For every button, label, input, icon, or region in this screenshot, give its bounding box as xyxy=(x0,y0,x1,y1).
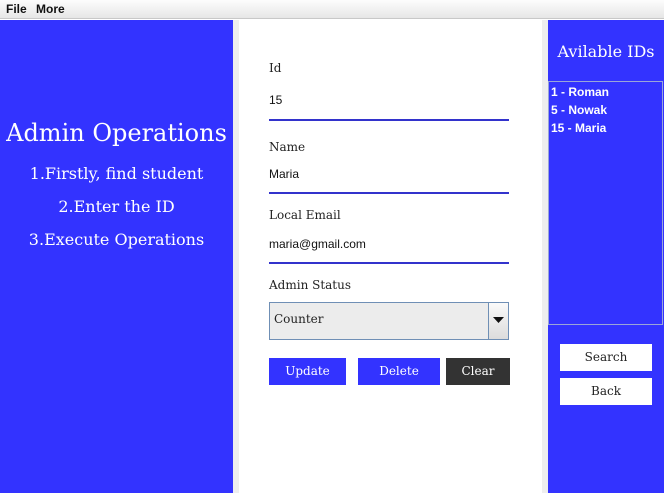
list-item[interactable]: 15 - Maria xyxy=(551,121,606,135)
chevron-down-icon xyxy=(493,317,504,323)
instructions-panel xyxy=(0,20,233,493)
id-underline xyxy=(269,119,509,121)
instruction-step-2: 2.Enter the ID xyxy=(58,197,175,216)
id-input[interactable] xyxy=(269,90,509,110)
menu-bar: File More xyxy=(0,0,664,19)
delete-button[interactable]: Delete xyxy=(358,358,440,385)
email-underline xyxy=(269,262,509,264)
admin-status-label: Admin Status xyxy=(269,278,352,292)
page-title: Admin Operations xyxy=(6,119,227,147)
email-input[interactable] xyxy=(269,234,509,254)
available-ids-title: Avilable IDs xyxy=(557,42,655,61)
admin-status-select[interactable]: Counter xyxy=(269,302,509,340)
name-label: Name xyxy=(269,140,306,154)
name-input[interactable] xyxy=(269,164,509,184)
instruction-step-1: 1.Firstly, find student xyxy=(29,164,204,183)
update-button[interactable]: Update xyxy=(269,358,346,385)
id-label: Id xyxy=(269,61,282,75)
list-item[interactable]: 1 - Roman xyxy=(551,85,609,99)
clear-button[interactable]: Clear xyxy=(446,358,510,385)
email-label: Local Email xyxy=(269,208,341,222)
menu-file[interactable]: File xyxy=(6,2,27,16)
select-arrow-button[interactable] xyxy=(488,303,508,339)
list-item[interactable]: 5 - Nowak xyxy=(551,103,607,117)
search-button[interactable]: Search xyxy=(560,344,652,371)
back-button[interactable]: Back xyxy=(560,378,652,405)
menu-more[interactable]: More xyxy=(36,2,65,16)
instruction-step-3: 3.Execute Operations xyxy=(28,230,205,249)
available-ids-list[interactable]: 1 - Roman 5 - Nowak 15 - Maria xyxy=(548,81,663,325)
name-underline xyxy=(269,192,509,194)
admin-status-value: Counter xyxy=(274,312,324,326)
